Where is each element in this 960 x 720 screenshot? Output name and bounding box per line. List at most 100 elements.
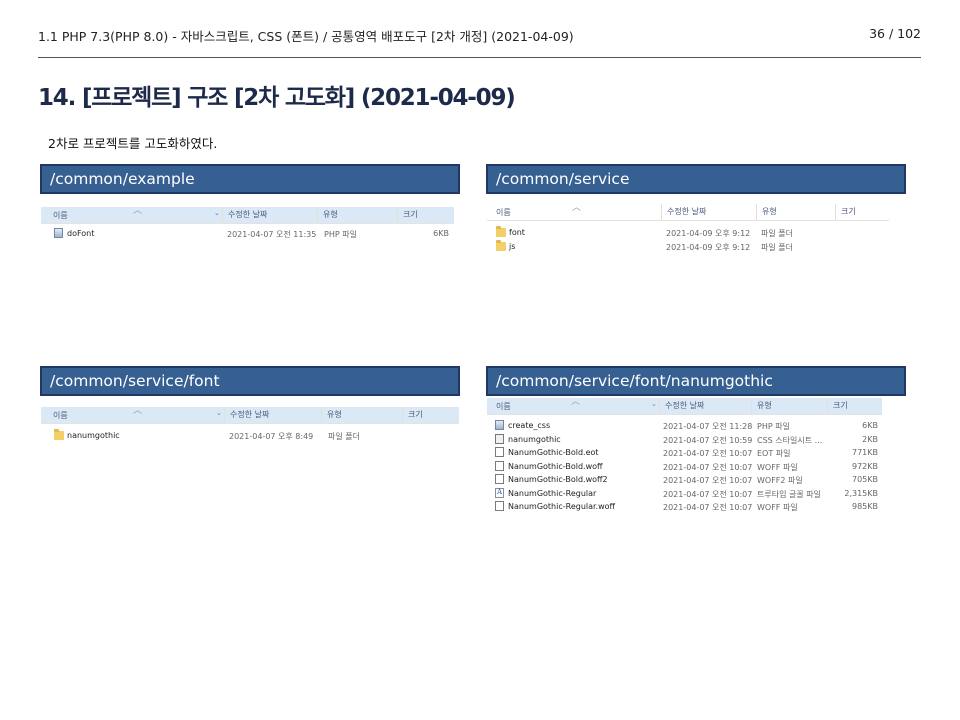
- column-header-row: 이름 ︿ 수정한 날짜 유형 크기: [487, 203, 889, 221]
- file-date: 2021-04-07 오전 10:07: [663, 449, 753, 458]
- sort-ascending-icon: ︿: [571, 397, 581, 407]
- file-type: WOFF 파일: [757, 462, 798, 472]
- explorer-common-service-font: 이름 ︿ ⌄ 수정한 날짜 유형 크기 nanumgothic 2021-04-…: [41, 406, 459, 443]
- chevron-down-icon[interactable]: ⌄: [651, 400, 657, 408]
- column-date[interactable]: 수정한 날짜: [224, 407, 269, 423]
- column-header-row: 이름 ︿ ⌄ 수정한 날짜 유형 크기: [487, 397, 882, 415]
- file-size: 972KB: [851, 461, 878, 471]
- file-name: NanumGothic-Regular.woff: [508, 502, 616, 511]
- column-date[interactable]: 수정한 날짜: [659, 398, 704, 414]
- file-size: 6KB: [862, 421, 878, 430]
- file-row[interactable]: NanumGothic-Bold.woff2 2021-04-07 오전 10:…: [487, 473, 882, 487]
- file-size: 771KB: [851, 448, 878, 457]
- column-size[interactable]: 크기: [402, 407, 423, 423]
- column-size[interactable]: 크기: [827, 398, 848, 414]
- file-size: 705KB: [851, 475, 878, 484]
- sort-ascending-icon: ︿: [572, 203, 582, 213]
- file-name: nanumgothic: [67, 431, 120, 440]
- css-file-icon: [495, 433, 504, 444]
- column-date[interactable]: 수정한 날짜: [222, 207, 267, 223]
- page-header: 1.1 PHP 7.3(PHP 8.0) - 자바스크립트, CSS (폰트) …: [38, 26, 921, 58]
- column-name[interactable]: 이름: [496, 401, 511, 412]
- explorer-common-example: 이름 ︿ ⌄ 수정한 날짜 유형 크기 doFont 2021-04-07 오전…: [41, 206, 454, 241]
- column-header-row: 이름 ︿ ⌄ 수정한 날짜 유형 크기: [41, 206, 454, 224]
- php-file-icon: [495, 420, 504, 430]
- file-date: 2021-04-09 오후 9:12: [666, 242, 751, 252]
- sort-ascending-icon: ︿: [133, 206, 143, 216]
- font-file-icon: [495, 487, 504, 498]
- document-title: 1.1 PHP 7.3(PHP 8.0) - 자바스크립트, CSS (폰트) …: [38, 29, 574, 44]
- file-row[interactable]: create_css 2021-04-07 오전 11:28 PHP 파일 6K…: [487, 419, 882, 433]
- folder-icon: [54, 429, 64, 440]
- file-row[interactable]: nanumgothic 2021-04-07 오전 10:59 CSS 스타일시…: [487, 433, 882, 447]
- file-name: create_css: [508, 421, 551, 430]
- file-row[interactable]: NanumGothic-Regular 2021-04-07 오전 10:07 …: [487, 487, 882, 501]
- panel-title-common-example: /common/example: [40, 164, 460, 194]
- file-size: 985KB: [851, 502, 878, 511]
- file-type: 파일 폴더: [761, 242, 793, 252]
- chevron-down-icon[interactable]: ⌄: [216, 409, 222, 417]
- column-name[interactable]: 이름: [53, 410, 68, 421]
- intro-text: 2차로 프로젝트를 고도화하였다.: [48, 136, 218, 151]
- column-date[interactable]: 수정한 날짜: [661, 204, 706, 220]
- file-name: NanumGothic-Bold.woff: [508, 461, 603, 471]
- file-size: 2,315KB: [844, 488, 878, 498]
- section-title: 14. [프로젝트] 구조 [2차 고도화] (2021-04-09): [38, 85, 516, 111]
- explorer-common-service: 이름 ︿ 수정한 날짜 유형 크기 font 2021-04-09 오후 9:1…: [487, 203, 889, 254]
- file-date: 2021-04-07 오전 11:28: [663, 422, 753, 431]
- column-name[interactable]: 이름: [53, 210, 68, 221]
- file-type: 파일 폴더: [328, 432, 360, 441]
- file-date: 2021-04-07 오전 10:07: [663, 462, 753, 472]
- file-date: 2021-04-07 오전 10:07: [663, 476, 753, 485]
- file-type: 트루타입 글꼴 파일: [757, 489, 821, 499]
- column-size[interactable]: 크기: [397, 207, 418, 223]
- file-icon: [495, 460, 504, 471]
- column-type[interactable]: 유형: [321, 407, 342, 423]
- file-row[interactable]: NanumGothic-Bold.eot 2021-04-07 오전 10:07…: [487, 446, 882, 460]
- file-name: doFont: [67, 229, 95, 238]
- file-date: 2021-04-07 오후 8:49: [229, 432, 314, 441]
- file-date: 2021-04-07 오전 11:35: [227, 230, 317, 239]
- file-date: 2021-04-09 오후 9:12: [666, 229, 751, 238]
- file-row[interactable]: NanumGothic-Bold.woff 2021-04-07 오전 10:0…: [487, 460, 882, 474]
- file-size: 6KB: [433, 229, 449, 238]
- file-name: js: [509, 241, 516, 251]
- panel-title-common-service-font-nanumgothic: /common/service/font/nanumgothic: [486, 366, 906, 396]
- file-row[interactable]: doFont 2021-04-07 오전 11:35 PHP 파일 6KB: [41, 227, 454, 241]
- file-row[interactable]: js 2021-04-09 오후 9:12 파일 폴더: [487, 239, 889, 254]
- file-name: NanumGothic-Regular: [508, 488, 597, 498]
- file-name: nanumgothic: [508, 434, 561, 444]
- column-type[interactable]: 유형: [756, 204, 777, 220]
- column-size[interactable]: 크기: [835, 204, 856, 220]
- column-type[interactable]: 유형: [317, 207, 338, 223]
- folder-icon: [496, 226, 506, 237]
- file-icon: [495, 474, 504, 484]
- file-icon: [495, 501, 504, 511]
- file-type: CSS 스타일시트 ...: [757, 435, 823, 445]
- column-name[interactable]: 이름: [496, 207, 511, 218]
- file-name: NanumGothic-Bold.eot: [508, 448, 599, 457]
- file-date: 2021-04-07 오전 10:59: [663, 435, 753, 445]
- column-type[interactable]: 유형: [751, 398, 772, 414]
- file-row[interactable]: NanumGothic-Regular.woff 2021-04-07 오전 1…: [487, 500, 882, 514]
- file-size: 2KB: [862, 434, 878, 444]
- panel-title-common-service: /common/service: [486, 164, 906, 194]
- sort-ascending-icon: ︿: [133, 406, 143, 416]
- file-type: WOFF2 파일: [757, 476, 803, 485]
- file-name: font: [509, 228, 525, 237]
- page-number: 36 / 102: [869, 26, 921, 41]
- file-name: NanumGothic-Bold.woff2: [508, 475, 608, 484]
- file-date: 2021-04-07 오전 10:07: [663, 503, 753, 512]
- chevron-down-icon[interactable]: ⌄: [214, 209, 220, 217]
- file-type: PHP 파일: [757, 422, 790, 431]
- file-icon: [495, 447, 504, 457]
- file-date: 2021-04-07 오전 10:07: [663, 489, 753, 499]
- file-row[interactable]: nanumgothic 2021-04-07 오후 8:49 파일 폴더: [41, 429, 459, 443]
- column-header-row: 이름 ︿ ⌄ 수정한 날짜 유형 크기: [41, 406, 459, 424]
- file-type: WOFF 파일: [757, 503, 798, 512]
- file-type: PHP 파일: [324, 230, 357, 239]
- panel-title-common-service-font: /common/service/font: [40, 366, 460, 396]
- php-file-icon: [54, 228, 63, 238]
- file-row[interactable]: font 2021-04-09 오후 9:12 파일 폴더: [487, 226, 889, 240]
- file-type: EOT 파일: [757, 449, 791, 458]
